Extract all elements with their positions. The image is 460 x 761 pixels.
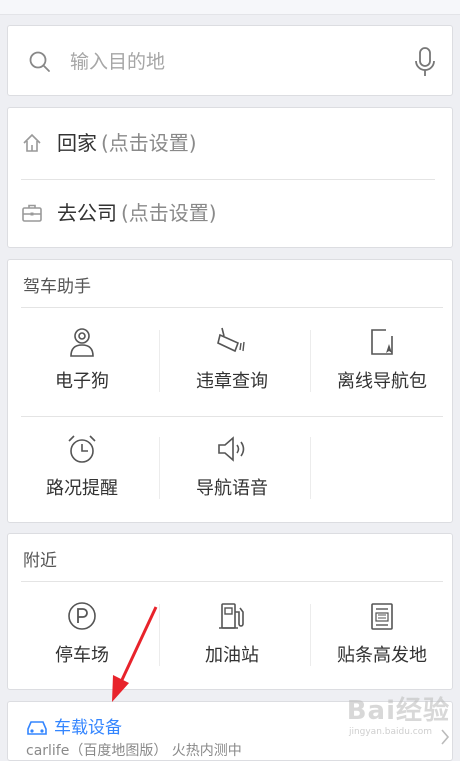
microphone-icon[interactable]	[414, 46, 436, 78]
chevron-right-icon	[441, 729, 450, 745]
baidu-jingyan-watermark: Bai经验	[346, 696, 450, 726]
grid-item-electronic-dog[interactable]: 电子狗	[8, 310, 156, 414]
grid-item-traffic-alert[interactable]: 路况提醒	[8, 417, 156, 521]
grid-item-violation-query[interactable]: 违章查询	[158, 310, 306, 414]
traffic-camera-icon	[217, 327, 245, 353]
search-icon	[29, 51, 50, 72]
speaker-icon	[218, 436, 245, 462]
section-divider	[21, 307, 443, 308]
car-device-subtitle: carlife（百度地图版） 火热内测中	[26, 743, 242, 759]
alarm-clock-icon	[68, 435, 96, 463]
search-bar[interactable]: 输入目的地	[7, 25, 453, 96]
camera-dog-icon	[70, 328, 94, 357]
home-icon	[23, 133, 41, 152]
grid-item-nav-voice[interactable]: 导航语音	[158, 417, 306, 521]
saved-places-card: 回家 (点击设置) 去公司 (点击设置)	[7, 107, 453, 248]
work-label: 去公司 (点击设置)	[57, 201, 217, 225]
grid-label: 贴条高发地	[337, 645, 427, 666]
ticket-icon	[371, 603, 393, 630]
grid-label: 离线导航包	[337, 371, 427, 392]
car-icon	[27, 721, 47, 735]
watermark-url: jingyan.baidu.com	[348, 727, 432, 737]
grid-label: 路况提醒	[46, 478, 118, 499]
work-hint: (点击设置)	[121, 201, 217, 225]
grid-label: 加油站	[205, 645, 259, 666]
car-device-title: 车载设备	[54, 718, 122, 738]
parking-icon	[68, 602, 96, 630]
grid-item-ticket-hotspot[interactable]: 贴条高发地	[308, 584, 456, 688]
grid-separator	[159, 437, 160, 499]
nearby-card: 附近 停车场 加油站 贴条高发地	[7, 533, 453, 690]
search-input[interactable]: 输入目的地	[70, 48, 165, 76]
briefcase-icon	[22, 204, 42, 222]
section-divider	[21, 581, 443, 582]
grid-label: 电子狗	[55, 371, 109, 392]
grid-item-offline-nav[interactable]: 离线导航包	[308, 310, 456, 414]
nearby-title: 附近	[23, 551, 57, 571]
home-place-row[interactable]: 回家 (点击设置)	[8, 108, 452, 178]
grid-label: 停车场	[55, 645, 109, 666]
home-hint: (点击设置)	[101, 131, 197, 155]
grid-separator	[310, 437, 311, 499]
driving-assistant-title: 驾车助手	[23, 277, 91, 297]
grid-label: 导航语音	[196, 478, 268, 499]
grid-item-parking[interactable]: 停车场	[8, 584, 156, 688]
home-label: 回家 (点击设置)	[57, 131, 197, 155]
grid-item-gas-station[interactable]: 加油站	[158, 584, 306, 688]
grid-separator	[310, 330, 311, 392]
grid-separator	[310, 604, 311, 666]
offline-map-icon	[371, 329, 393, 355]
grid-separator	[159, 604, 160, 666]
grid-label: 违章查询	[196, 371, 268, 392]
gas-station-icon	[219, 603, 244, 629]
status-bar-strip	[0, 0, 460, 15]
grid-separator	[159, 330, 160, 392]
work-place-row[interactable]: 去公司 (点击设置)	[8, 178, 452, 248]
driving-assistant-card: 驾车助手 电子狗 违章查询 离线导航包 路况提醒 导航语音	[7, 259, 453, 523]
